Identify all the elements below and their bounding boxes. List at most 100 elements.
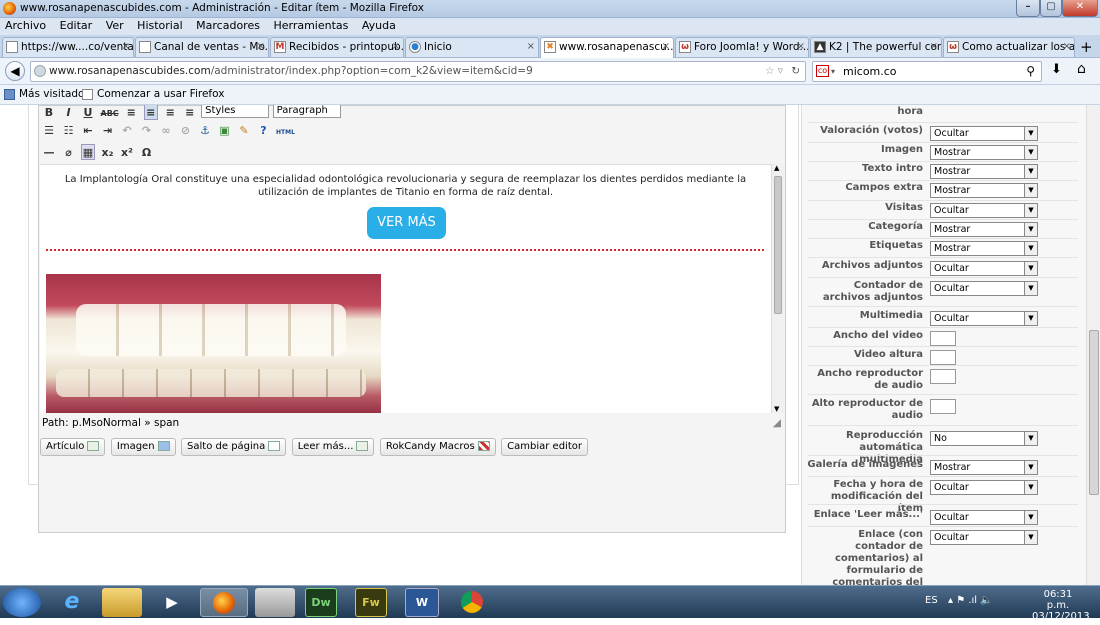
menu-ayuda[interactable]: Ayuda [357, 18, 401, 33]
start-button[interactable] [3, 588, 41, 617]
underline-button[interactable]: U [81, 105, 95, 121]
panel-select[interactable]: Ocultar ▼ [930, 480, 1038, 495]
panel-select[interactable]: Ocultar ▼ [930, 126, 1038, 141]
align-right-icon[interactable]: ≡ [163, 105, 177, 121]
panel-select[interactable]: Ocultar ▼ [930, 530, 1038, 545]
download-icon[interactable]: ⬇ [1051, 62, 1062, 77]
language-indicator[interactable]: ES [925, 595, 938, 606]
clock[interactable]: 06:31 p.m. 03/12/2013 [1032, 589, 1090, 622]
chrome-icon[interactable] [452, 588, 492, 617]
unlink-icon[interactable]: ⊘ [179, 123, 193, 139]
panel-select[interactable]: Mostrar ▼ [930, 460, 1038, 475]
tab-close-icon[interactable]: × [257, 38, 265, 56]
editor-content-area[interactable]: La Implantología Oral constituye una esp… [40, 164, 772, 413]
editor-scrollbar[interactable]: ▲ ▼ [771, 164, 784, 413]
explorer-icon[interactable] [102, 588, 142, 617]
link-icon[interactable]: ∞ [159, 123, 173, 139]
dropdown-arrow-icon[interactable]: ▾ [831, 62, 835, 81]
new-tab-button[interactable]: + [1080, 38, 1093, 56]
outdent-icon[interactable]: ⇤ [81, 123, 95, 139]
tab-close-icon[interactable]: × [527, 38, 535, 56]
menu-historial[interactable]: Historial [132, 18, 187, 33]
special-char-icon[interactable]: Ω [140, 145, 154, 161]
image-icon[interactable]: ▣ [218, 123, 232, 139]
panel-input[interactable] [930, 369, 956, 384]
url-bar[interactable]: www.rosanapenascubides.com/administrator… [30, 61, 806, 82]
toggle-editor-button[interactable]: Cambiar editor [501, 438, 588, 456]
menu-editar[interactable]: Editar [55, 18, 98, 33]
maximize-button[interactable]: ▢ [1040, 0, 1062, 17]
image-button[interactable]: Imagen [110, 438, 176, 456]
back-button[interactable]: ◀ [5, 61, 25, 81]
search-input[interactable]: co ▾ micom.co ⚲ [812, 61, 1042, 82]
tab-close-icon[interactable]: × [392, 38, 400, 56]
panel-select[interactable]: Mostrar ▼ [930, 164, 1038, 179]
panel-input[interactable] [930, 331, 956, 346]
tab-inicio[interactable]: ● Inicio × [405, 37, 539, 57]
horizontal-rule-icon[interactable]: — [42, 145, 56, 161]
search-icon[interactable]: ⚲ [1026, 62, 1035, 81]
tab-actualizar[interactable]: ω Como actualizar los a... × [943, 37, 1075, 57]
media-player-icon[interactable]: ▶ [152, 588, 192, 617]
tab-foro-joomla[interactable]: ω Foro Joomla! y Word... × [675, 37, 809, 57]
panel-select[interactable]: Ocultar ▼ [930, 203, 1038, 218]
panel-select[interactable]: Ocultar ▼ [930, 510, 1038, 525]
align-center-icon[interactable]: ≡ [143, 105, 158, 120]
tab-close-icon[interactable]: × [662, 38, 670, 56]
tab-close-icon[interactable]: × [122, 38, 130, 56]
bookmark-mas-visitados[interactable]: Más visitados [19, 88, 90, 100]
anchor-icon[interactable]: ⚓ [198, 123, 212, 139]
tab-close-icon[interactable]: × [930, 38, 938, 56]
italic-button[interactable]: I [62, 105, 76, 121]
indent-icon[interactable]: ⇥ [101, 123, 115, 139]
help-icon[interactable]: ? [257, 123, 271, 139]
superscript-icon[interactable]: x² [120, 145, 134, 161]
panel-select[interactable]: Ocultar ▼ [930, 281, 1038, 296]
search-engine-icon[interactable]: co [816, 65, 829, 77]
styles-select[interactable]: Styles [201, 105, 270, 118]
panel-input[interactable] [930, 399, 956, 414]
page-scrollbar[interactable] [1086, 105, 1100, 585]
bookmark-comenzar-firefox[interactable]: Comenzar a usar Firefox [97, 88, 224, 100]
home-icon[interactable]: ⌂ [1077, 61, 1086, 77]
numbered-list-icon[interactable]: ☷ [62, 123, 76, 139]
bookmark-star-icon[interactable]: ☆ ▿ [765, 62, 783, 81]
panel-select[interactable]: Ocultar ▼ [930, 261, 1038, 276]
align-justify-icon[interactable]: ≡ [183, 105, 197, 121]
tab-close-icon[interactable]: × [1063, 38, 1071, 56]
close-button[interactable]: ✕ [1062, 0, 1098, 17]
panel-select[interactable]: Mostrar ▼ [930, 222, 1038, 237]
tab-canal-ventas[interactable]: Canal de ventas - Mo... × [135, 37, 269, 57]
strikethrough-button[interactable]: ABC [101, 106, 119, 122]
ie-icon[interactable]: e [52, 588, 92, 617]
paragraph-select[interactable]: Paragraph [272, 105, 341, 118]
cleanup-icon[interactable]: ✎ [237, 123, 251, 139]
menu-archivo[interactable]: Archivo [0, 18, 51, 33]
word-icon[interactable]: W [405, 588, 439, 617]
align-left-icon[interactable]: ≡ [124, 105, 138, 121]
tab-close-icon[interactable]: × [797, 38, 805, 56]
resize-handle-icon[interactable]: ◢ [773, 414, 781, 432]
remove-format-icon[interactable]: ⌀ [62, 145, 76, 161]
tab-ventas[interactable]: https://ww....co/ventas/× [2, 37, 134, 57]
page-break-button[interactable]: Salto de página [181, 438, 287, 456]
menu-marcadores[interactable]: Marcadores [191, 18, 265, 33]
html-icon[interactable]: HTML [276, 125, 295, 141]
tab-k2[interactable]: ▲ K2 | The powerful con... × [810, 37, 942, 57]
redo-icon[interactable]: ↷ [140, 123, 154, 139]
tab-gmail[interactable]: M Recibidos - printopub... × [270, 37, 404, 57]
undo-icon[interactable]: ↶ [120, 123, 134, 139]
reload-icon[interactable]: ↻ [791, 62, 800, 81]
panel-select[interactable]: Mostrar ▼ [930, 145, 1038, 160]
rokcandy-macros-button[interactable]: RokCandy Macros [379, 438, 496, 456]
printer-icon[interactable] [255, 588, 295, 617]
tab-rosanapenas[interactable]: ✖ www.rosanapenascu... × [540, 37, 674, 58]
panel-select[interactable]: Mostrar ▼ [930, 183, 1038, 198]
subscript-icon[interactable]: x₂ [101, 145, 115, 161]
panel-input[interactable] [930, 350, 956, 365]
bullet-list-icon[interactable]: ☰ [42, 123, 56, 139]
article-button[interactable]: Artículo [40, 438, 106, 456]
menu-ver[interactable]: Ver [101, 18, 129, 33]
visual-aid-icon[interactable]: ▦ [81, 144, 95, 160]
scroll-thumb[interactable] [1089, 330, 1099, 495]
